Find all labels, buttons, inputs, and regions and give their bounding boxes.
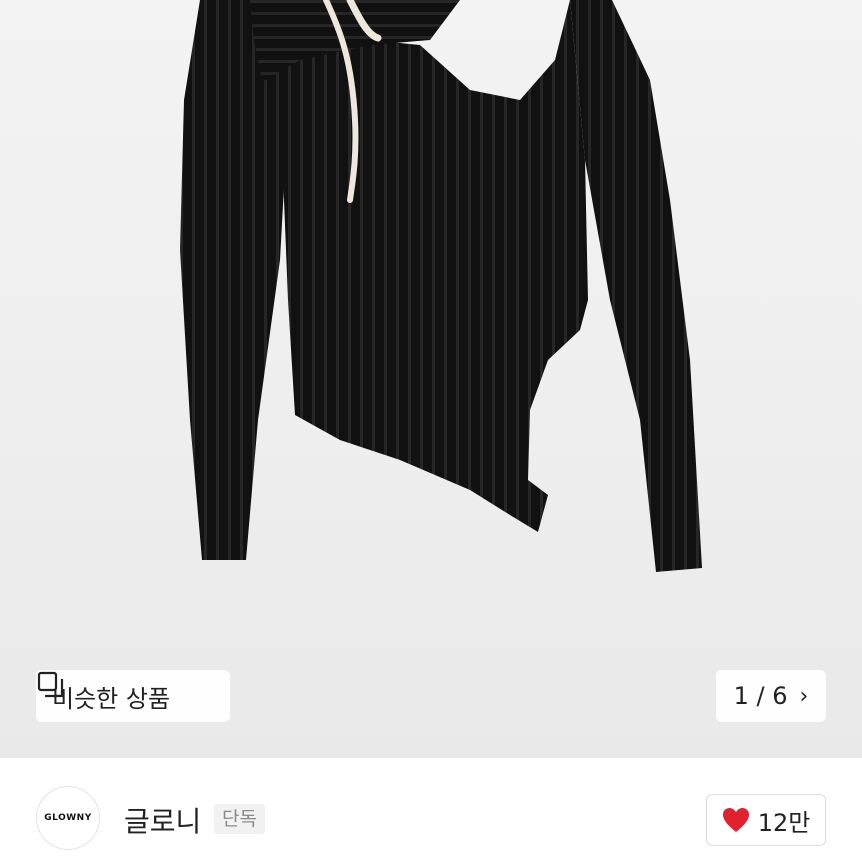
chevron-right-icon: › bbox=[799, 683, 809, 709]
seller-name[interactable]: 글로니 bbox=[124, 800, 201, 840]
image-counter: 1 / 6 bbox=[733, 682, 788, 710]
like-button[interactable]: 12만 bbox=[706, 794, 826, 846]
seller-logo[interactable]: GLOWNY bbox=[36, 786, 100, 850]
copy-icon bbox=[37, 671, 64, 698]
product-photo bbox=[180, 0, 702, 572]
heart-icon bbox=[722, 808, 749, 832]
image-counter-button[interactable]: 1 / 6 › bbox=[716, 670, 826, 722]
similar-products-button[interactable]: 비슷한 상품 bbox=[36, 670, 230, 722]
seller-logo-text: GLOWNY bbox=[44, 813, 92, 823]
exclusive-badge: 단독 bbox=[214, 804, 265, 834]
like-count: 12만 bbox=[757, 808, 811, 837]
product-image[interactable]: 비슷한 상품 1 / 6 › bbox=[0, 0, 862, 758]
similar-products-label: 비슷한 상품 bbox=[52, 684, 171, 713]
